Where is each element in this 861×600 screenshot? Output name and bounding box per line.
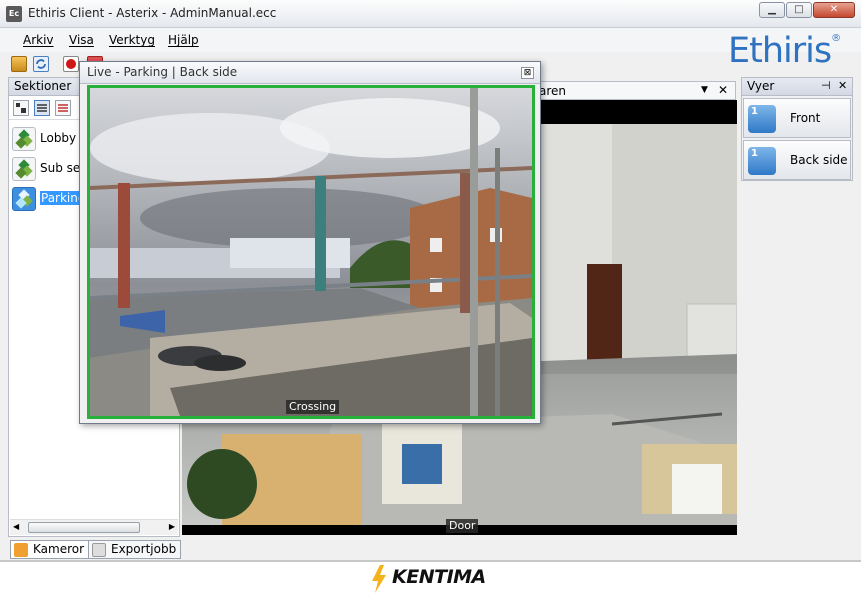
live-window-close-icon[interactable]: ⊠ bbox=[521, 67, 534, 79]
kentima-logo: KENTIMA bbox=[392, 566, 486, 588]
tab-exportjobb[interactable]: Exportjobb bbox=[88, 540, 182, 559]
export-icon bbox=[92, 543, 106, 557]
tab-close-icon[interactable]: ✕ bbox=[718, 83, 728, 97]
view-button-back-side[interactable]: 1 Back side bbox=[743, 140, 851, 180]
pin-icon[interactable]: ⊣ bbox=[821, 79, 831, 92]
camera-image-crossing: Crossing bbox=[87, 85, 535, 419]
scroll-right-icon[interactable]: ▶ bbox=[169, 522, 175, 531]
title-bar: Ec Ethiris Client - Asterix - AdminManua… bbox=[0, 0, 861, 28]
section-icon bbox=[12, 187, 36, 211]
tab-dropdown-icon[interactable]: ▼ bbox=[701, 85, 708, 95]
panel-close-icon[interactable]: ✕ bbox=[838, 79, 847, 92]
tab-label: Exportjobb bbox=[111, 542, 177, 556]
list-view-icon[interactable] bbox=[34, 100, 50, 116]
section-icon bbox=[12, 127, 36, 151]
view-icon: 1 bbox=[748, 147, 776, 175]
tree-view-icon[interactable] bbox=[13, 100, 29, 116]
views-panel-title: Vyer ⊣ ✕ bbox=[742, 78, 852, 96]
menu-hjalp[interactable]: Hjälp bbox=[168, 33, 199, 47]
menu-verktyg[interactable]: Verktyg bbox=[109, 33, 155, 47]
window-title: Ethiris Client - Asterix - AdminManual.e… bbox=[28, 6, 277, 20]
tab-label: Kameror bbox=[33, 542, 85, 556]
app-icon: Ec bbox=[6, 6, 22, 22]
section-icon bbox=[12, 157, 36, 181]
ethiris-logo: Ethiris® bbox=[728, 31, 841, 71]
camera-caption-crossing: Crossing bbox=[286, 400, 340, 414]
camera-caption-door: Door bbox=[446, 519, 479, 533]
view-label: Back side bbox=[790, 153, 848, 167]
scroll-thumb[interactable] bbox=[28, 522, 140, 533]
scroll-left-icon[interactable]: ◀ bbox=[13, 522, 19, 531]
live-window[interactable]: Live - Parking | Back side ⊠ Crossing bbox=[79, 61, 541, 424]
view-icon: 1 bbox=[748, 105, 776, 133]
view-button-front[interactable]: 1 Front bbox=[743, 98, 851, 138]
horizontal-scrollbar[interactable]: ◀ ▶ bbox=[10, 519, 178, 535]
detail-view-icon[interactable] bbox=[55, 100, 71, 116]
live-window-title: Live - Parking | Back side bbox=[80, 62, 540, 84]
record-icon[interactable] bbox=[63, 56, 79, 72]
close-button[interactable]: ✕ bbox=[813, 2, 855, 18]
maximize-button[interactable]: □ bbox=[786, 2, 812, 18]
refresh-icon[interactable] bbox=[33, 56, 49, 72]
section-label: Lobby bbox=[40, 131, 77, 145]
document-tab-strip: aren ▼ ✕ bbox=[530, 81, 736, 100]
menu-arkiv[interactable]: Arkiv bbox=[23, 33, 54, 47]
views-panel: Vyer ⊣ ✕ 1 Front 1 Back side bbox=[741, 77, 853, 181]
footer: KENTIMA bbox=[0, 560, 861, 600]
minimize-button[interactable]: ▁ bbox=[759, 2, 785, 18]
view-label: Front bbox=[790, 111, 821, 125]
document-tab[interactable]: aren bbox=[539, 84, 566, 98]
camera-icon bbox=[14, 543, 28, 557]
kentima-bolt-icon bbox=[372, 565, 386, 593]
tab-kameror[interactable]: Kameror bbox=[10, 540, 90, 559]
menu-visa[interactable]: Visa bbox=[69, 33, 94, 47]
open-icon[interactable] bbox=[11, 56, 27, 72]
